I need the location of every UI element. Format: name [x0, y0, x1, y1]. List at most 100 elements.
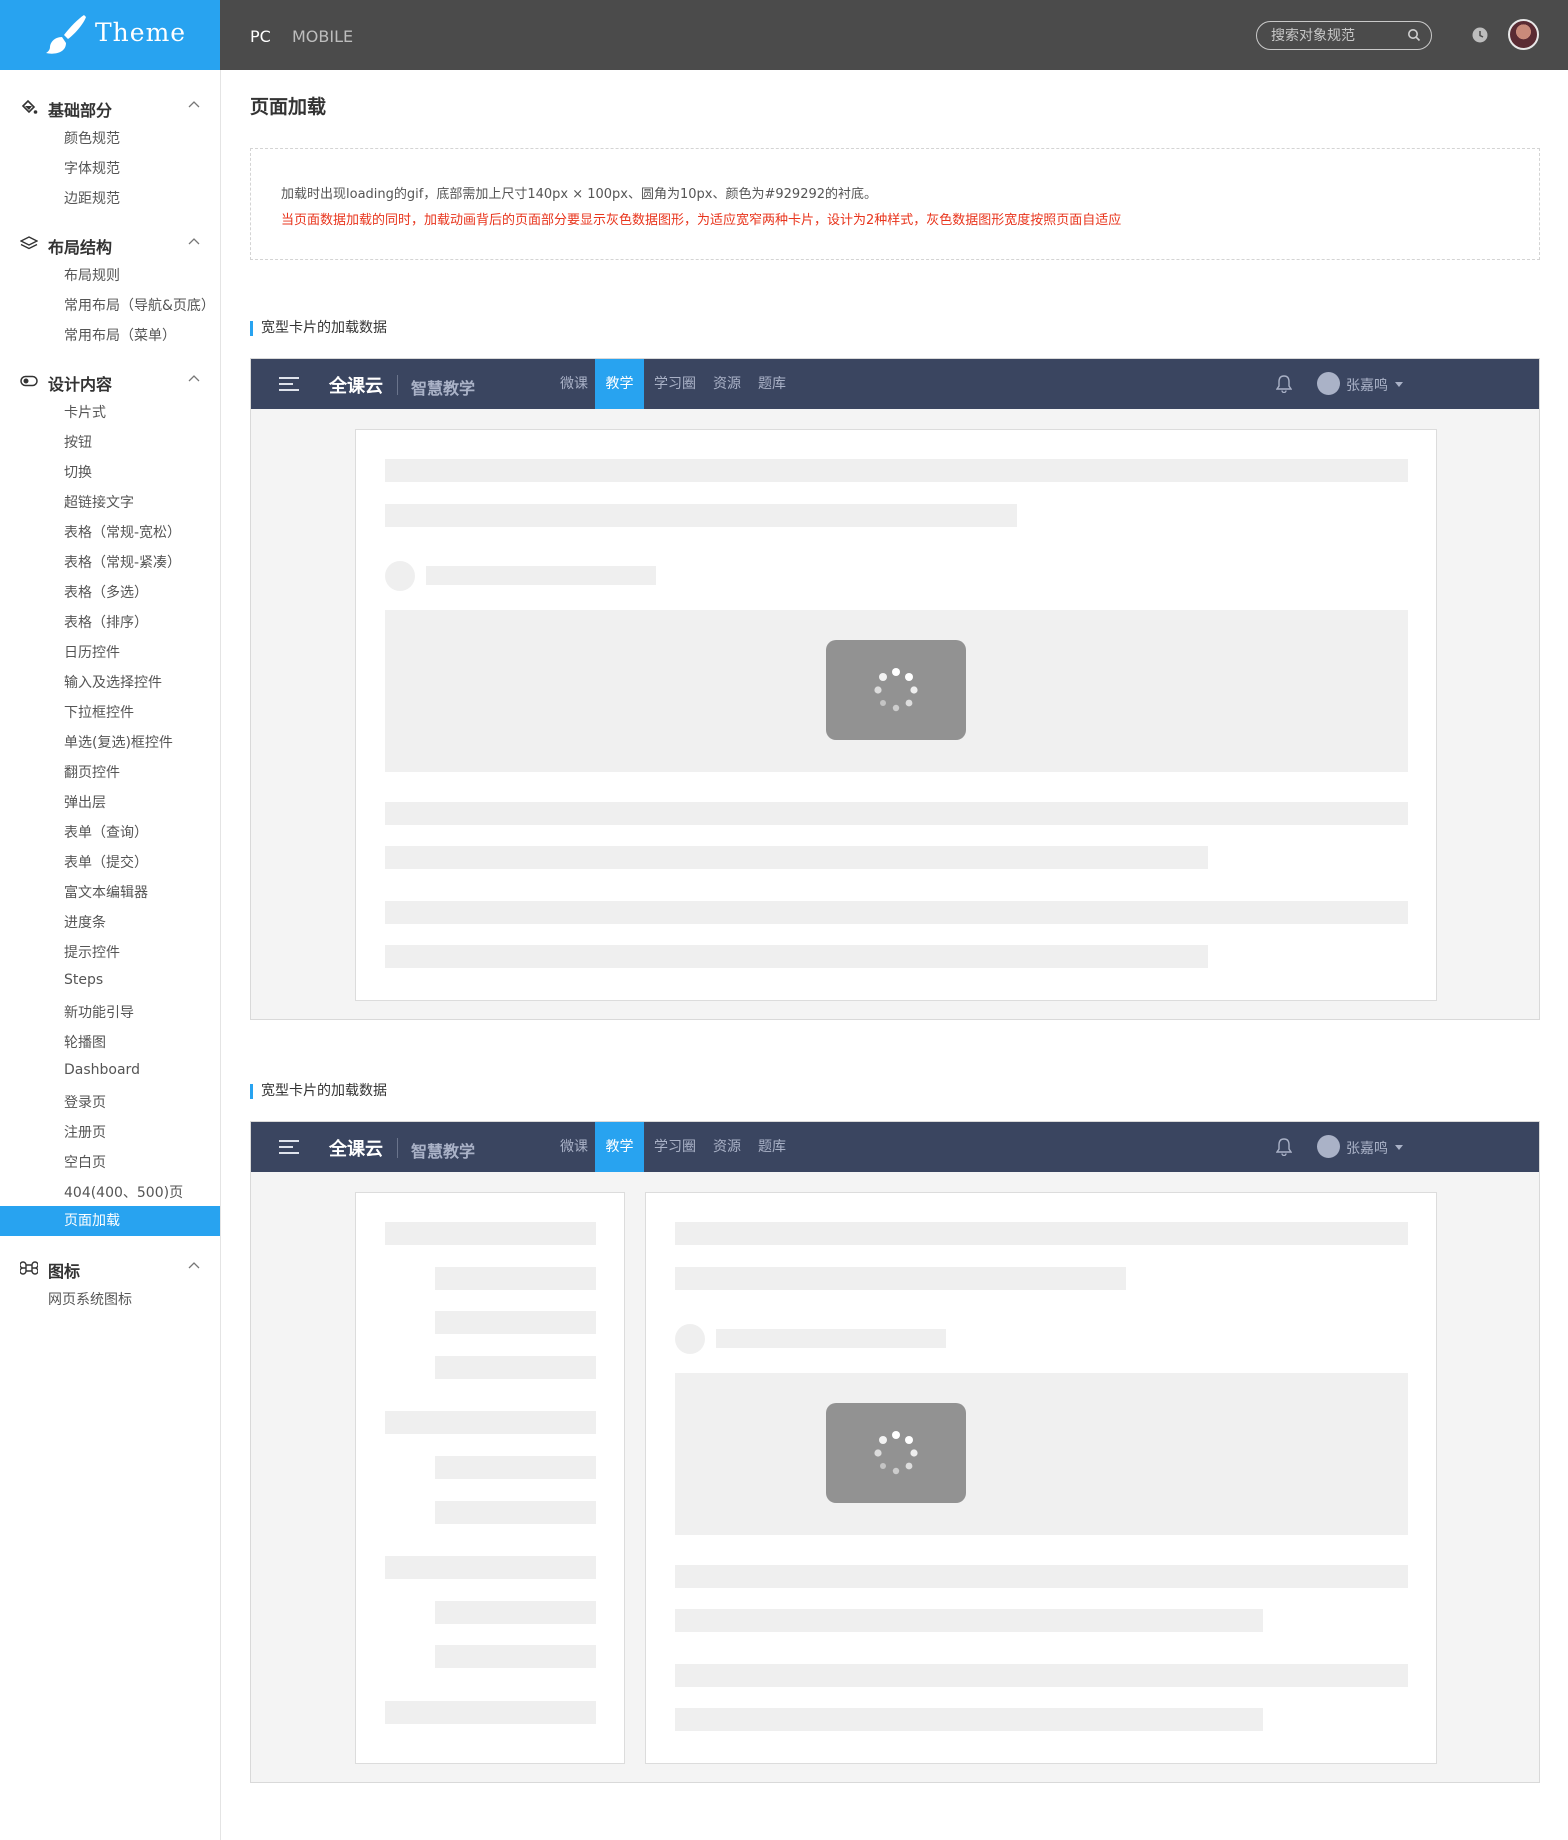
- sidebar-item[interactable]: 超链接文字: [64, 492, 134, 512]
- skeleton-bar: [426, 566, 656, 585]
- user-icon[interactable]: [1317, 1135, 1340, 1158]
- user-name[interactable]: 张嘉鸣: [1346, 375, 1388, 395]
- menu-icon[interactable]: [279, 1140, 299, 1154]
- app-product: 智慧教学: [411, 1142, 476, 1161]
- nav-tab[interactable]: 资源: [706, 1122, 748, 1172]
- nav-tab[interactable]: 题库: [748, 1122, 796, 1172]
- sidebar-group-basics[interactable]: 基础部分: [0, 94, 220, 120]
- sidebar-item[interactable]: 单选(复选)框控件: [64, 732, 173, 752]
- platform-tab-mobile[interactable]: MOBILE: [292, 27, 353, 46]
- skeleton-bar: [385, 1222, 596, 1245]
- spinner-icon: [874, 668, 918, 712]
- chevron-up-icon[interactable]: [188, 100, 200, 108]
- sidebar-item[interactable]: 卡片式: [64, 402, 106, 422]
- sidebar-item[interactable]: 表格（常规-宽松）: [64, 522, 181, 542]
- chevron-up-icon[interactable]: [188, 237, 200, 245]
- logo[interactable]: Theme: [0, 0, 220, 70]
- sidebar-group-title: 设计内容: [48, 375, 113, 394]
- nav-tab-active[interactable]: 教学: [595, 1122, 644, 1172]
- sidebar-item[interactable]: 日历控件: [64, 642, 120, 662]
- skeleton-bar: [716, 1329, 946, 1348]
- platform-tab-pc[interactable]: PC: [250, 27, 271, 46]
- skeleton-bar: [385, 1556, 596, 1579]
- caret-down-icon[interactable]: [1395, 382, 1403, 387]
- clock-icon[interactable]: [1472, 27, 1488, 43]
- loading-spinner: [826, 640, 966, 740]
- skeleton-bar: [385, 459, 1408, 482]
- sidebar-item-web-icons[interactable]: 网页系统图标: [48, 1289, 132, 1309]
- loading-spinner: [826, 1403, 966, 1503]
- app-brand[interactable]: 全课云: [329, 1135, 383, 1161]
- sidebar-item-layout-menu[interactable]: 常用布局（菜单）: [64, 325, 176, 345]
- sidebar-item-layout-nav[interactable]: 常用布局（导航&页底）: [64, 295, 215, 315]
- sidebar-item[interactable]: 表单（查询）: [64, 822, 148, 842]
- sidebar-group-icons[interactable]: 图标: [0, 1255, 220, 1281]
- description-line: 加载时出现loading的gif，底部需加上尺寸140px × 100px、圆角…: [281, 187, 878, 202]
- bell-icon[interactable]: [1276, 1138, 1292, 1156]
- nav-tab[interactable]: 微课: [553, 1122, 595, 1172]
- nav-tab[interactable]: 学习圈: [644, 1122, 706, 1172]
- sidebar-group-design[interactable]: 设计内容: [0, 368, 220, 394]
- loading-card: [355, 429, 1437, 1001]
- sidebar-item[interactable]: 下拉框控件: [64, 702, 134, 722]
- command-icon: [20, 1261, 38, 1275]
- sidebar-item-layout-rules[interactable]: 布局规则: [64, 265, 120, 285]
- sidebar: 基础部分 颜色规范 字体规范 边距规范 布局结构 布局规则 常用布局（导航&页底…: [0, 70, 221, 1840]
- sidebar-item-spacing[interactable]: 边距规范: [64, 188, 120, 208]
- app-nav-bar: 全课云 智慧教学 微课 教学 学习圈 资源 题库 张嘉鸣: [251, 359, 1539, 409]
- sidebar-item[interactable]: 按钮: [64, 432, 92, 452]
- sidebar-item[interactable]: 404(400、500)页: [64, 1182, 183, 1202]
- narrow-wide-card-preview: 全课云 智慧教学 微课 教学 学习圈 资源 题库 张嘉鸣: [250, 1121, 1540, 1783]
- app-brand[interactable]: 全课云: [329, 372, 383, 398]
- user-icon[interactable]: [1317, 372, 1340, 395]
- sidebar-item[interactable]: 提示控件: [64, 942, 120, 962]
- sidebar-item[interactable]: 注册页: [64, 1122, 106, 1142]
- nav-tab[interactable]: 资源: [706, 359, 748, 409]
- sidebar-item[interactable]: 表格（常规-紧凑）: [64, 552, 181, 572]
- wide-card-preview: 全课云 智慧教学 微课 教学 学习圈 资源 题库 张嘉鸣: [250, 358, 1540, 1020]
- nav-tab[interactable]: 题库: [748, 359, 796, 409]
- sidebar-item[interactable]: 新功能引导: [64, 1002, 134, 1022]
- skeleton-avatar: [385, 561, 415, 591]
- skeleton-bar: [435, 1601, 596, 1624]
- sidebar-item[interactable]: Dashboard: [64, 1062, 140, 1078]
- sidebar-item[interactable]: 输入及选择控件: [64, 672, 162, 692]
- skeleton-bar: [435, 1311, 596, 1334]
- menu-icon[interactable]: [279, 377, 299, 391]
- sidebar-group-title: 布局结构: [48, 238, 113, 257]
- sidebar-item[interactable]: 弹出层: [64, 792, 106, 812]
- sidebar-item[interactable]: 富文本编辑器: [64, 882, 148, 902]
- sidebar-item[interactable]: 空白页: [64, 1152, 106, 1172]
- search-icon[interactable]: [1407, 28, 1421, 42]
- skeleton-bar: [435, 1267, 596, 1290]
- sidebar-group-title: 图标: [48, 1262, 81, 1281]
- section-label: 宽型卡片的加载数据: [250, 1084, 387, 1099]
- sidebar-item[interactable]: 表格（排序）: [64, 612, 148, 632]
- sidebar-group-layout[interactable]: 布局结构: [0, 231, 220, 257]
- search-input[interactable]: [1271, 26, 1401, 45]
- sidebar-item-font[interactable]: 字体规范: [64, 158, 120, 178]
- chevron-up-icon[interactable]: [188, 374, 200, 382]
- caret-down-icon[interactable]: [1395, 1145, 1403, 1150]
- skeleton-bar: [675, 1222, 1408, 1245]
- sidebar-item[interactable]: 进度条: [64, 912, 106, 932]
- sidebar-item[interactable]: 表单（提交）: [64, 852, 148, 872]
- sidebar-item[interactable]: 表格（多选）: [64, 582, 148, 602]
- sidebar-item[interactable]: 轮播图: [64, 1032, 106, 1052]
- search-box[interactable]: [1256, 21, 1432, 50]
- sidebar-item-color[interactable]: 颜色规范: [64, 128, 120, 148]
- sidebar-item[interactable]: 切换: [64, 462, 92, 482]
- user-avatar[interactable]: [1508, 19, 1539, 50]
- sidebar-item[interactable]: 翻页控件: [64, 762, 120, 782]
- sidebar-item[interactable]: Steps: [64, 972, 103, 988]
- sidebar-item-active[interactable]: 页面加载: [0, 1206, 220, 1236]
- nav-tab-active[interactable]: 教学: [595, 359, 644, 409]
- nav-tab[interactable]: 学习圈: [644, 359, 706, 409]
- user-name[interactable]: 张嘉鸣: [1346, 1138, 1388, 1158]
- skeleton-bar: [385, 901, 1408, 924]
- nav-tab[interactable]: 微课: [553, 359, 595, 409]
- chevron-up-icon[interactable]: [188, 1261, 200, 1269]
- sidebar-item[interactable]: 登录页: [64, 1092, 106, 1112]
- bell-icon[interactable]: [1276, 375, 1292, 393]
- logo-text: Theme: [95, 18, 187, 47]
